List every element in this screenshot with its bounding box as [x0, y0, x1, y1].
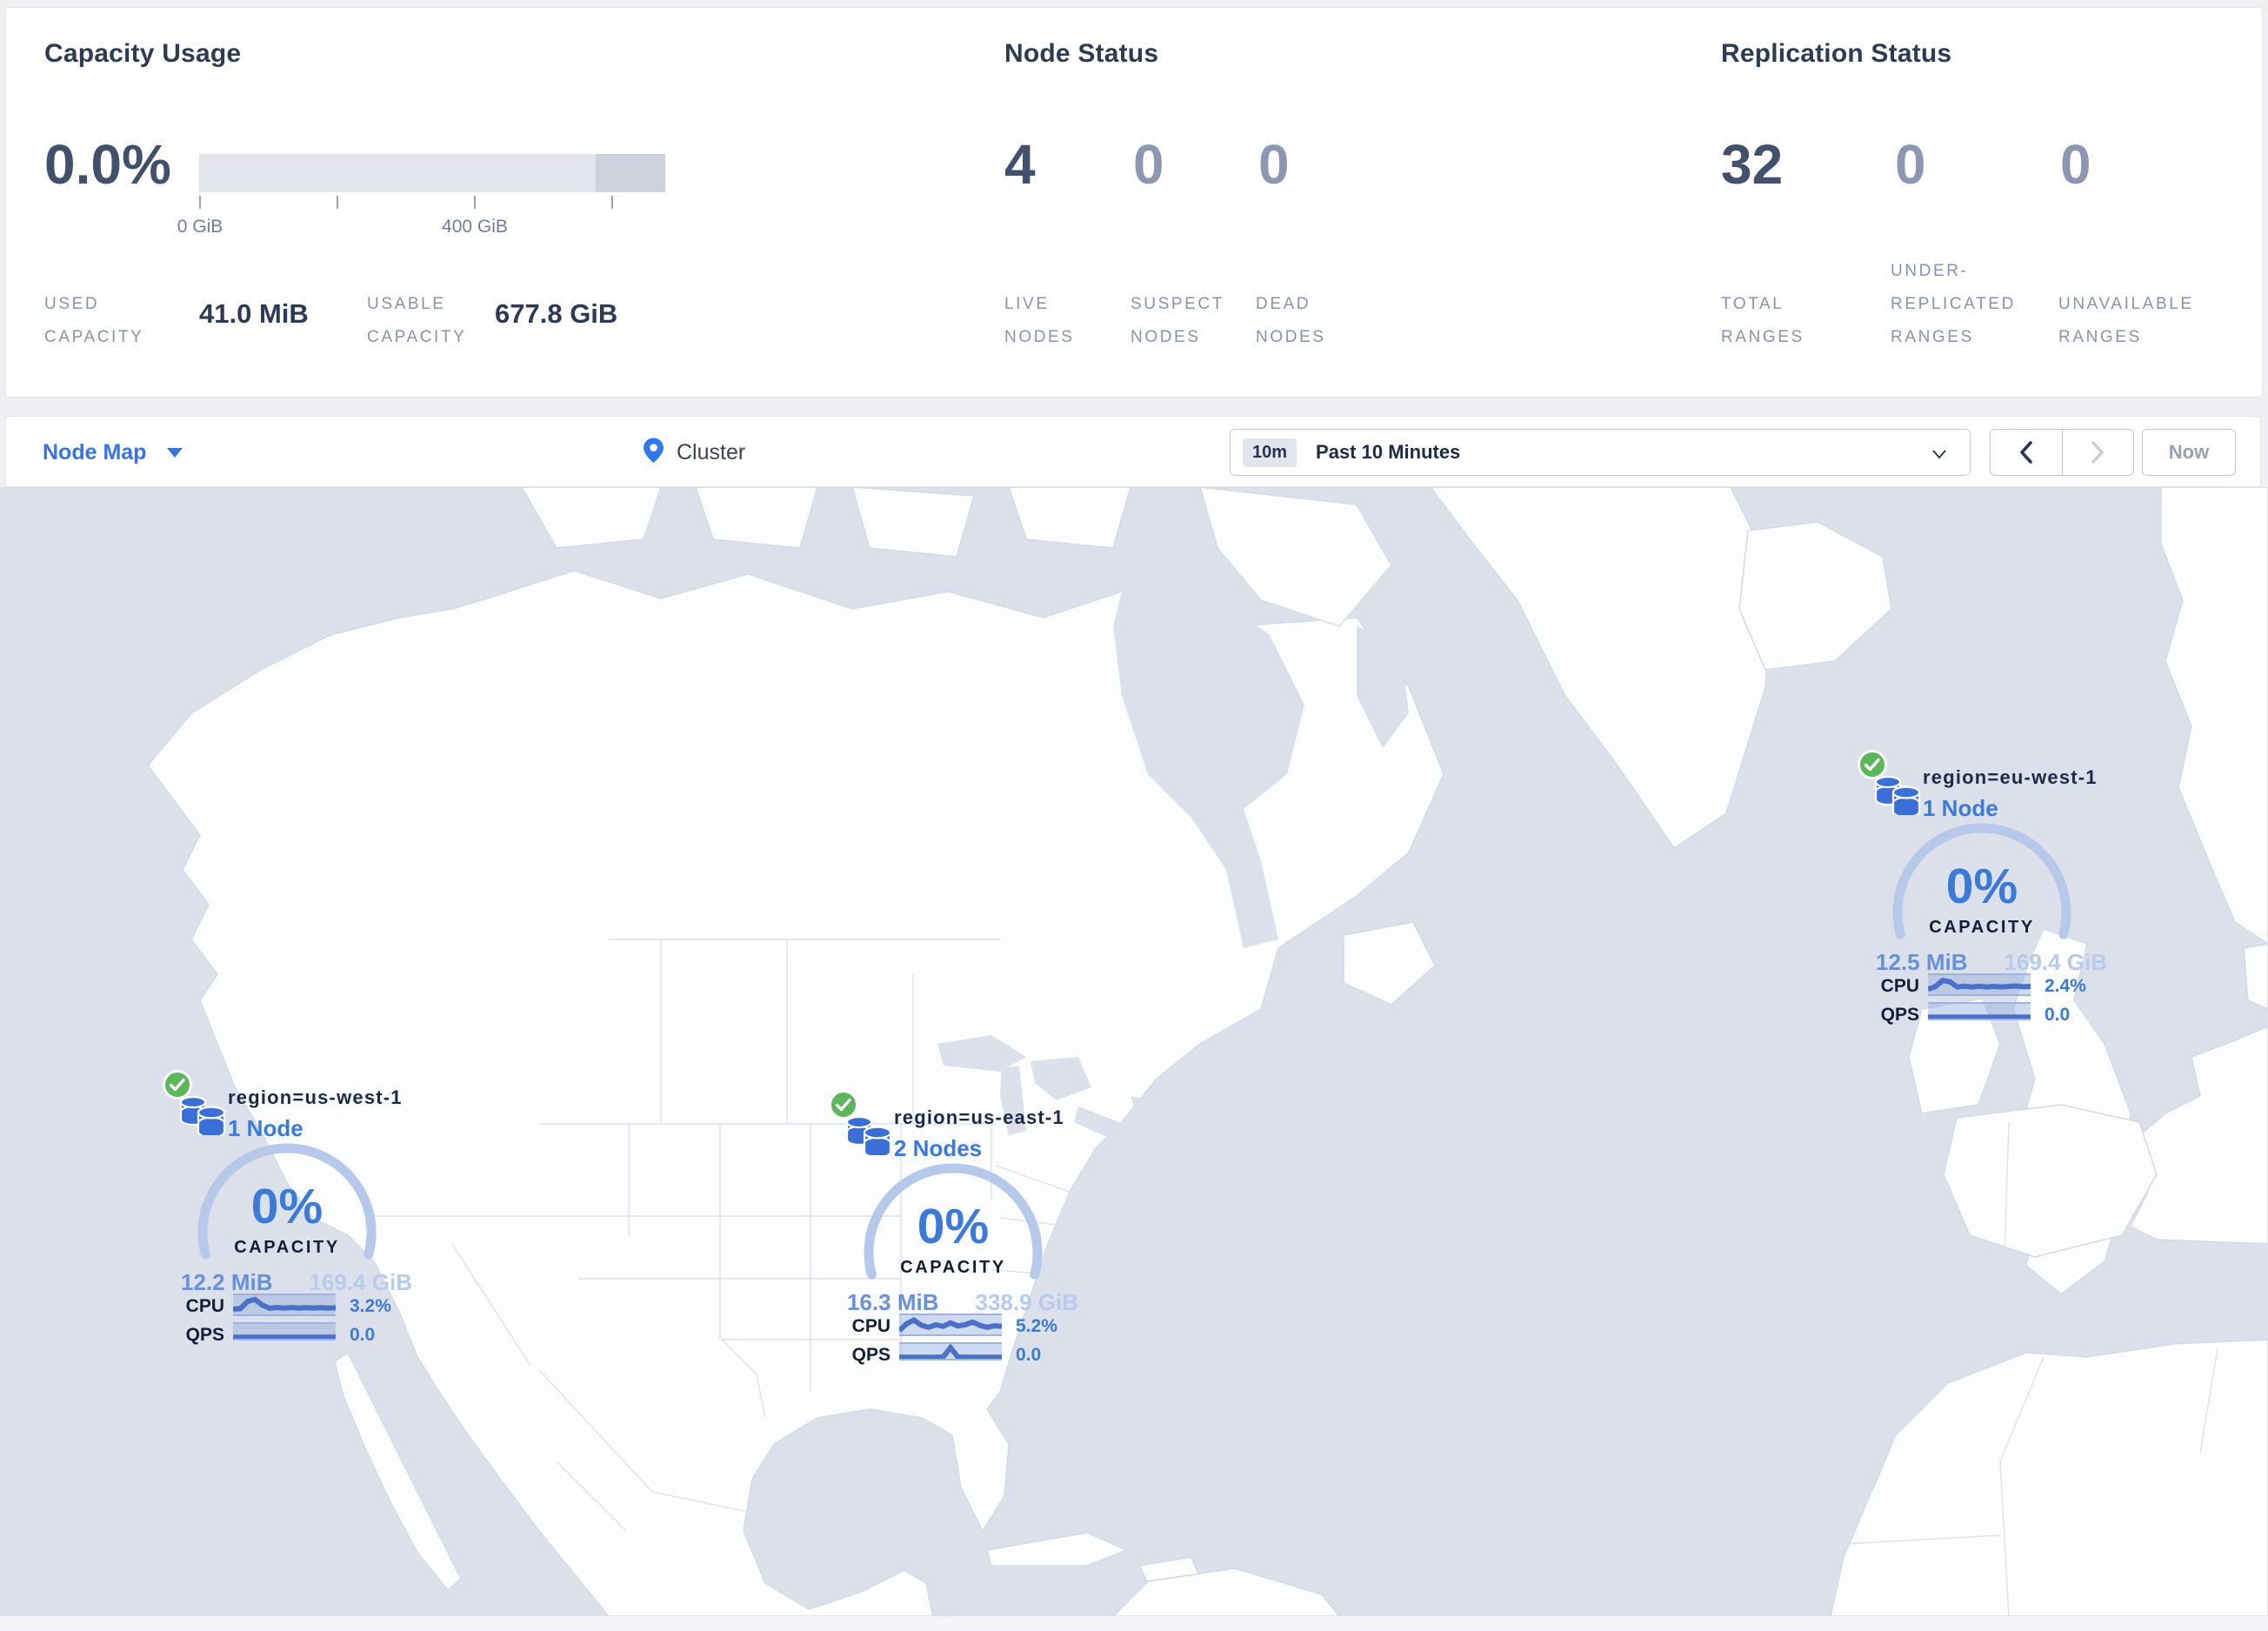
- time-range-dropdown[interactable]: 10m Past 10 Minutes: [1230, 429, 1971, 476]
- cpu-label: CPU: [851, 1316, 891, 1336]
- region-marker-us-west-1[interactable]: region=us-west-1 1 Node 0% CAPACITY 12.2…: [148, 1066, 426, 1358]
- live-nodes-count: 4: [1004, 133, 1036, 196]
- axis-tick-label: 400 GiB: [442, 217, 508, 237]
- capacity-values: 12.2 MiB 169.4 GiB: [181, 1269, 412, 1296]
- node-map-canvas[interactable]: [0, 487, 2268, 1616]
- cpu-sparkline: [899, 1313, 1002, 1336]
- region-name: region=eu-west-1: [1923, 766, 2098, 788]
- cpu-row: CPU 2.4%: [1843, 973, 2121, 998]
- used-value: 12.2 MiB: [181, 1269, 273, 1295]
- total-value: 169.4 GiB: [2004, 949, 2107, 975]
- qps-label: QPS: [851, 1345, 891, 1365]
- breadcrumb-cluster-label: Cluster: [677, 439, 746, 465]
- map-toolbar: Node Map Cluster 10m Past 10 Minutes Now: [5, 416, 2261, 487]
- cpu-value: 3.2%: [350, 1296, 391, 1316]
- axis-tick: [337, 196, 338, 209]
- cpu-row: CPU 3.2%: [148, 1293, 426, 1318]
- total-value: 338.9 GiB: [975, 1289, 1078, 1315]
- capacity-label: CAPACITY: [900, 1258, 1006, 1277]
- cpu-sparkline: [233, 1293, 336, 1316]
- usable-capacity-value: 677.8 GiB: [495, 298, 618, 329]
- region-name: region=us-east-1: [894, 1106, 1064, 1128]
- axis-tick: [611, 196, 613, 209]
- world-map: [147, 487, 2268, 1616]
- view-mode-dropdown[interactable]: Node Map: [43, 417, 183, 488]
- view-mode-label: Node Map: [43, 439, 147, 465]
- time-range-label: Past 10 Minutes: [1316, 441, 1461, 463]
- region-name: region=us-west-1: [228, 1086, 403, 1108]
- step-back-button[interactable]: [1991, 430, 2062, 475]
- used-value: 16.3 MiB: [847, 1289, 939, 1315]
- now-button[interactable]: Now: [2142, 429, 2236, 476]
- cpu-label: CPU: [1880, 976, 1919, 996]
- dead-nodes-count: 0: [1258, 133, 1290, 196]
- capacity-bar: [199, 154, 665, 192]
- axis-tick-label: 0 GiB: [177, 217, 223, 237]
- region-marker-eu-west-1[interactable]: region=eu-west-1 1 Node 0% CAPACITY 12.5…: [1843, 745, 2121, 1038]
- suspect-nodes-label: SUSPECT NODES: [1131, 295, 1224, 346]
- cpu-value: 2.4%: [2045, 976, 2086, 996]
- chevron-down-icon: [1931, 448, 1947, 464]
- cpu-value: 5.2%: [1016, 1316, 1057, 1336]
- map-pin-icon: [643, 438, 664, 468]
- cpu-sparkline: [1928, 973, 2031, 996]
- breadcrumb[interactable]: Cluster: [643, 417, 745, 488]
- chevron-down-icon: [167, 447, 183, 458]
- unavailable-count: 0: [2060, 133, 2091, 196]
- live-nodes-label: LIVE NODES: [1004, 295, 1075, 346]
- qps-label: QPS: [1880, 1005, 1919, 1025]
- capacity-label: CAPACITY: [234, 1238, 340, 1257]
- under-replicated-label: UNDER- REPLICATED RANGES: [1891, 262, 2016, 346]
- axis-tick: [474, 196, 476, 209]
- capacity-usage-title: Capacity Usage: [44, 39, 242, 68]
- time-step-buttons: [1990, 429, 2134, 476]
- capacity-values: 12.5 MiB 169.4 GiB: [1876, 949, 2107, 976]
- used-value: 12.5 MiB: [1876, 949, 1968, 975]
- time-range-badge: 10m: [1243, 438, 1297, 467]
- qps-value: 0.0: [1016, 1345, 1042, 1365]
- qps-sparkline: [899, 1342, 1002, 1360]
- replication-status-title: Replication Status: [1721, 39, 1952, 68]
- map-footer-strip: [0, 1616, 2268, 1631]
- suspect-nodes-count: 0: [1133, 133, 1164, 196]
- under-replicated-count: 0: [1895, 133, 1926, 196]
- dead-nodes-label: DEAD NODES: [1256, 295, 1326, 346]
- qps-row: QPS 0.0: [1843, 1002, 2121, 1026]
- usable-capacity-label: USABLE CAPACITY: [367, 295, 467, 346]
- capacity-label: CAPACITY: [1929, 918, 2035, 937]
- qps-sparkline: [1928, 1002, 2031, 1020]
- total-value: 169.4 GiB: [309, 1269, 412, 1295]
- total-ranges-count: 32: [1721, 133, 1784, 196]
- axis-tick: [199, 196, 201, 209]
- capacity-bar-reserved-segment: [596, 154, 665, 192]
- total-ranges-label: TOTAL RANGES: [1721, 295, 1804, 346]
- qps-sparkline: [233, 1322, 336, 1340]
- unavailable-ranges-label: UNAVAILABLE RANGES: [2058, 295, 2194, 346]
- used-capacity-label: USED CAPACITY: [44, 295, 144, 346]
- qps-label: QPS: [185, 1325, 224, 1345]
- node-status-title: Node Status: [1004, 39, 1159, 68]
- region-marker-us-east-1[interactable]: region=us-east-1 2 Nodes 0% CAPACITY 16.…: [814, 1086, 1092, 1378]
- used-capacity-value: 41.0 MiB: [199, 298, 309, 329]
- cpu-row: CPU 5.2%: [814, 1313, 1092, 1338]
- capacity-percent: 0%: [917, 1199, 990, 1254]
- capacity-percent: 0.0%: [44, 133, 171, 196]
- capacity-percent: 0%: [1945, 859, 2018, 914]
- cluster-summary-panel: Capacity Usage 0.0% 0 GiB 400 GiB USED C…: [5, 7, 2263, 398]
- qps-row: QPS 0.0: [148, 1322, 426, 1347]
- qps-row: QPS 0.0: [814, 1342, 1092, 1367]
- step-forward-button[interactable]: [2063, 430, 2134, 475]
- cpu-label: CPU: [185, 1296, 224, 1316]
- capacity-values: 16.3 MiB 338.9 GiB: [847, 1289, 1078, 1316]
- capacity-percent: 0%: [250, 1179, 324, 1234]
- qps-value: 0.0: [2045, 1005, 2071, 1025]
- qps-value: 0.0: [350, 1325, 376, 1345]
